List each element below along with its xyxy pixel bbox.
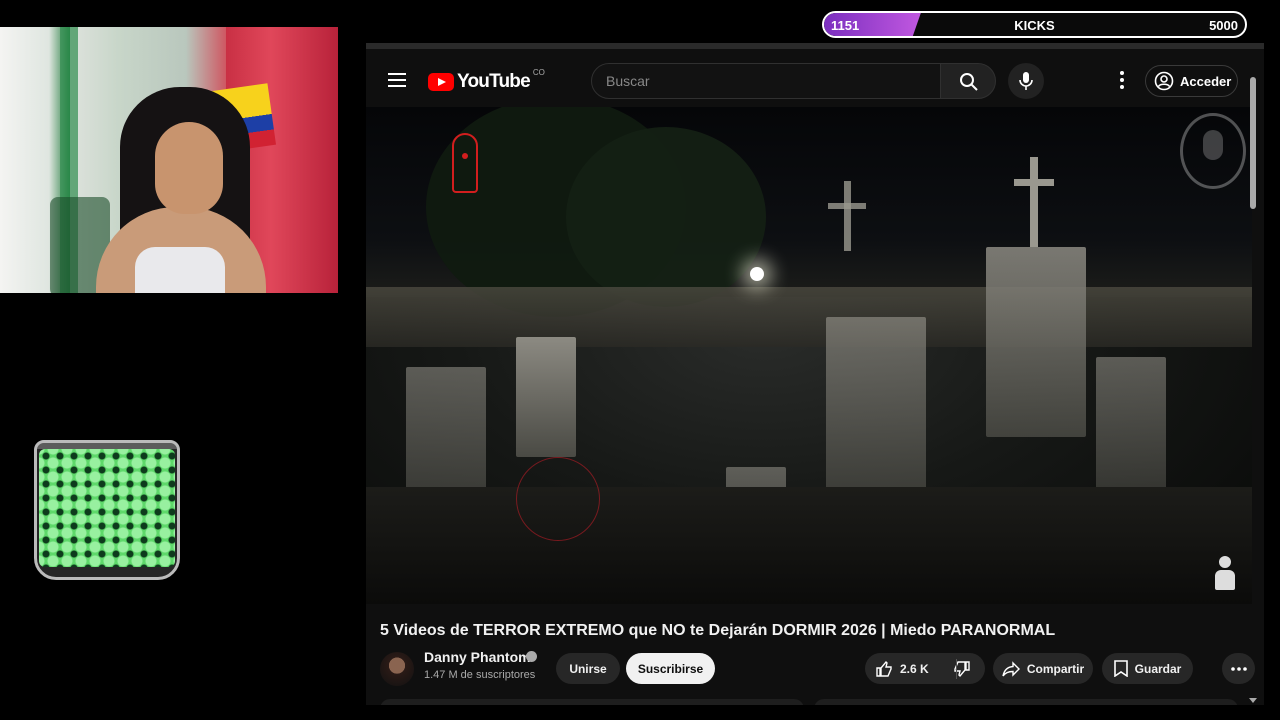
- signin-button[interactable]: Acceder: [1145, 65, 1238, 97]
- youtube-play-icon: [428, 73, 454, 91]
- account-icon: [1154, 71, 1174, 91]
- highlight-circle: [516, 457, 600, 541]
- menu-icon[interactable]: [388, 73, 406, 87]
- like-count[interactable]: 2.6 K: [900, 662, 929, 676]
- branding-figure-icon[interactable]: [1212, 556, 1238, 590]
- kicks-label: KICKS: [1014, 18, 1055, 33]
- save-button[interactable]: Guardar: [1102, 653, 1193, 684]
- kicks-jar-widget: [34, 440, 180, 580]
- comments-card[interactable]: [814, 699, 1238, 705]
- channel-avatar[interactable]: [380, 652, 414, 686]
- channel-name[interactable]: Danny Phantom: [424, 649, 531, 665]
- street-lamp: [750, 267, 764, 281]
- search-icon: [960, 73, 978, 91]
- stream-overlay: 1151 KICKS 5000 YouTube CO Acceder: [0, 0, 1280, 720]
- verified-icon: [526, 651, 537, 662]
- like-separator: [956, 659, 957, 679]
- like-dislike-group: 2.6 K: [865, 653, 985, 684]
- share-button[interactable]: Compartir: [993, 653, 1093, 684]
- search-input[interactable]: [591, 63, 941, 99]
- channel-row: Danny Phantom 1.47 M de suscriptores Uni…: [380, 649, 1255, 689]
- logo-text: YouTube: [457, 71, 531, 92]
- country-code: CO: [532, 67, 545, 77]
- join-button[interactable]: Unirse: [556, 653, 620, 684]
- like-icon[interactable]: [875, 660, 893, 678]
- webcam-feed: [0, 27, 338, 293]
- page-scrollbar[interactable]: [1250, 77, 1256, 697]
- video-title: 5 Videos de TERROR EXTREMO que NO te Dej…: [380, 622, 1056, 639]
- share-label: Compartir: [1026, 661, 1085, 676]
- scroll-down-arrow[interactable]: [1249, 698, 1257, 703]
- youtube-logo[interactable]: YouTube CO: [428, 67, 545, 93]
- bookmark-icon: [1113, 660, 1128, 677]
- signin-label: Acceder: [1180, 73, 1232, 89]
- channel-watermark-logo: [1180, 113, 1246, 189]
- share-icon: [1002, 660, 1020, 677]
- kicks-goal: 5000: [1209, 18, 1238, 33]
- kicks-jar-fill: [39, 449, 175, 567]
- more-horizontal-icon: [1230, 666, 1247, 671]
- settings-kebab-icon[interactable]: [1114, 71, 1130, 91]
- youtube-window: YouTube CO Acceder: [366, 43, 1264, 705]
- microphone-icon: [1019, 72, 1033, 90]
- kicks-goal-bar: 1151 KICKS 5000: [822, 11, 1247, 38]
- search-button[interactable]: [940, 63, 996, 99]
- scrollbar-thumb[interactable]: [1250, 77, 1256, 209]
- ghost-icon: [452, 133, 478, 193]
- youtube-header: YouTube CO Acceder: [366, 55, 1252, 107]
- subscriber-count: 1.47 M de suscriptores: [424, 669, 536, 681]
- save-label: Guardar: [1134, 661, 1182, 676]
- voice-search-button[interactable]: [1008, 63, 1044, 99]
- video-player[interactable]: [366, 107, 1252, 604]
- subscribe-button[interactable]: Suscribirse: [626, 653, 715, 684]
- description-card[interactable]: [380, 699, 804, 705]
